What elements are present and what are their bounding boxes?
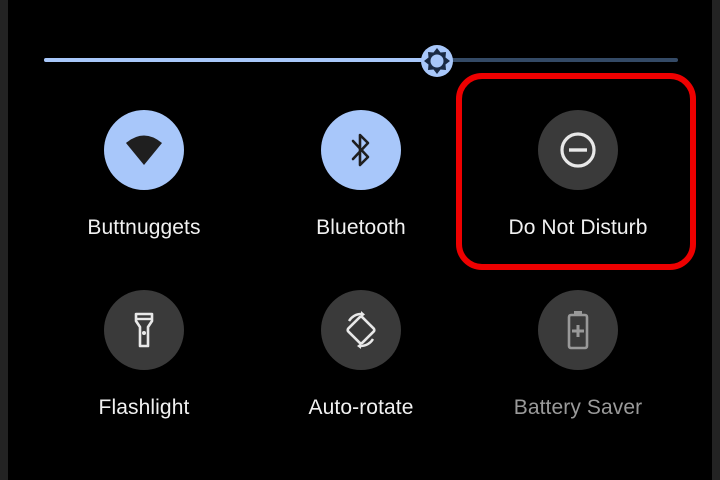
- brightness-sun-icon[interactable]: [420, 44, 454, 78]
- tile-flashlight[interactable]: Flashlight: [44, 290, 244, 440]
- bluetooth-icon[interactable]: [321, 110, 401, 190]
- tile-wifi[interactable]: Buttnuggets: [44, 110, 244, 260]
- tile-label-wifi: Buttnuggets: [87, 216, 201, 239]
- flashlight-icon[interactable]: [104, 290, 184, 370]
- battery-saver-icon[interactable]: [538, 290, 618, 370]
- highlight-box: [456, 73, 696, 270]
- tile-label-auto-rotate: Auto-rotate: [308, 396, 414, 419]
- tile-bluetooth[interactable]: Bluetooth: [261, 110, 461, 260]
- tile-label-bluetooth: Bluetooth: [316, 216, 406, 239]
- tile-battery-saver[interactable]: Battery Saver: [478, 290, 678, 440]
- tile-label-flashlight: Flashlight: [98, 396, 190, 419]
- wifi-icon[interactable]: [104, 110, 184, 190]
- brightness-level-fill: [44, 58, 438, 62]
- tile-label-battery-saver: Battery Saver: [513, 396, 643, 419]
- tile-auto-rotate[interactable]: Auto-rotate: [261, 290, 461, 440]
- auto-rotate-icon[interactable]: [321, 290, 401, 370]
